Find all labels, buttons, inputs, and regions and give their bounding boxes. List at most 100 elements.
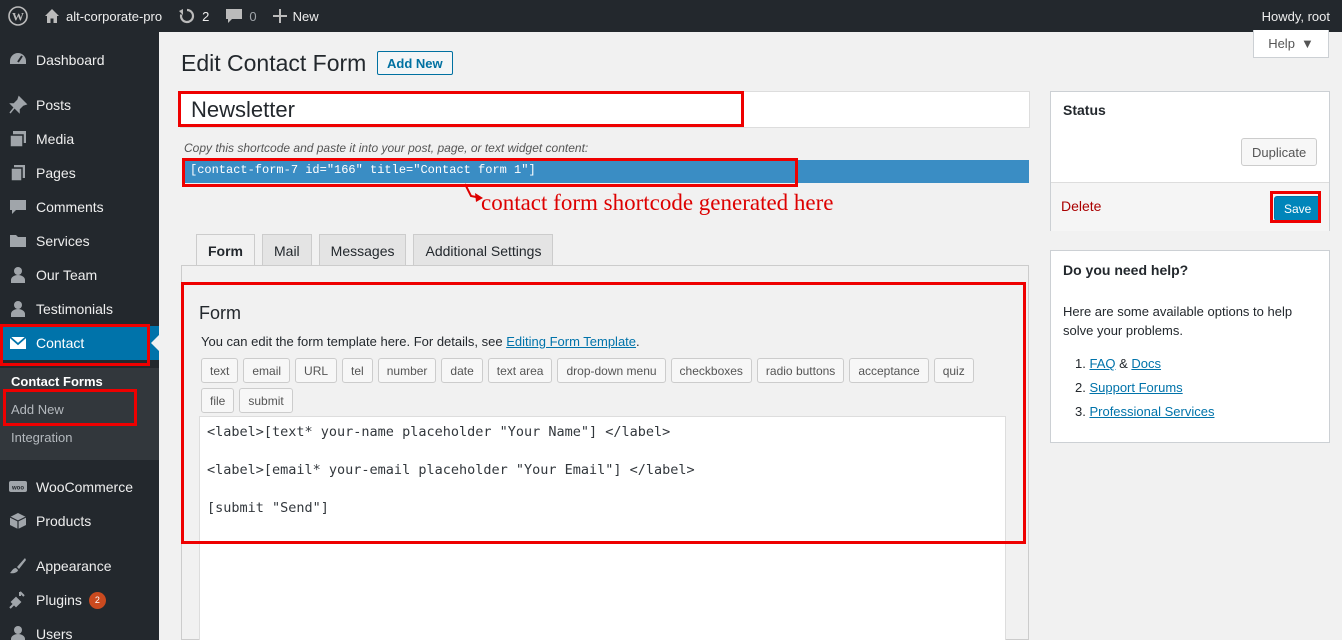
sidebar-item-label: Testimonials — [36, 301, 114, 317]
sidebar-item-label: Pages — [36, 165, 76, 181]
annotation-text: contact form shortcode generated here — [481, 190, 834, 215]
editing-form-template-link[interactable]: Editing Form Template — [506, 334, 636, 349]
sidebar-item-appearance[interactable]: Appearance — [0, 549, 159, 583]
sidebar-item-posts[interactable]: Posts — [0, 88, 159, 122]
folder-icon — [0, 231, 36, 251]
sidebar-item-label: Users — [36, 626, 73, 640]
tag-button-url[interactable]: URL — [295, 358, 338, 383]
media-icon — [0, 129, 36, 149]
plug-icon — [0, 590, 36, 610]
tag-button-email[interactable]: email — [243, 358, 291, 383]
tag-button-text-area[interactable]: text area — [487, 358, 553, 383]
sidebar-item-users[interactable]: Users — [0, 617, 159, 640]
sidebar-item-label: Contact — [36, 335, 85, 351]
wordpress-logo-icon[interactable]: W — [0, 0, 36, 32]
sidebar-item-woocommerce[interactable]: woo WooCommerce — [0, 470, 159, 504]
updates-link[interactable]: 2 — [170, 0, 217, 32]
sidebar-item-pages[interactable]: Pages — [0, 156, 159, 190]
admin-bar: W alt-corporate-pro 2 0 New Howdy, root — [0, 0, 1342, 32]
dashboard-icon — [0, 50, 36, 70]
tag-button-number[interactable]: number — [377, 358, 437, 383]
sidebar-item-services[interactable]: Services — [0, 224, 159, 258]
comments-count: 0 — [249, 8, 257, 24]
caret-down-icon: ▼ — [1300, 36, 1314, 51]
faq-link[interactable]: FAQ — [1089, 356, 1115, 371]
sidebar-item-label: Media — [36, 131, 75, 147]
new-label: New — [292, 8, 319, 24]
list-item: 1. FAQ & Docs — [1075, 352, 1214, 376]
submenu-integration[interactable]: Integration — [11, 430, 72, 445]
tab-additional-settings[interactable]: Additional Settings — [413, 234, 554, 266]
sidebar-item-media[interactable]: Media — [0, 122, 159, 156]
code-line: <label>[email* your-email placeholder "Y… — [207, 462, 695, 478]
site-name-link[interactable]: alt-corporate-pro — [36, 0, 170, 32]
new-content-link[interactable]: New — [265, 0, 327, 32]
panel-desc-suffix: . — [636, 334, 640, 349]
list-item: 2. Support Forums — [1075, 376, 1214, 400]
docs-link[interactable]: Docs — [1131, 356, 1161, 371]
and-separator: & — [1115, 356, 1132, 371]
panel-description: You can edit the form template here. For… — [201, 334, 640, 349]
users-icon — [0, 624, 36, 640]
sidebar-item-label: Comments — [36, 199, 104, 215]
status-box-title: Status — [1063, 102, 1106, 118]
list-number: 2. — [1075, 380, 1086, 395]
admin-sidebar: Dashboard Posts Media Pages Comments Ser… — [0, 32, 159, 640]
home-icon — [45, 9, 59, 23]
tag-button-submit[interactable]: submit — [239, 388, 293, 413]
person-icon — [0, 265, 36, 285]
sidebar-item-dashboard[interactable]: Dashboard — [0, 43, 159, 77]
tag-button-tel[interactable]: tel — [342, 358, 373, 383]
sidebar-item-our-team[interactable]: Our Team — [0, 258, 159, 292]
tag-button-radio-buttons[interactable]: radio buttons — [756, 358, 845, 383]
updates-icon — [179, 8, 195, 24]
account-greeting[interactable]: Howdy, root — [1254, 0, 1342, 32]
sidebar-item-plugins[interactable]: Plugins 2 — [0, 583, 159, 617]
professional-services-link[interactable]: Professional Services — [1089, 404, 1214, 419]
person-icon — [0, 299, 36, 319]
help-box-title: Do you need help? — [1063, 262, 1189, 278]
tag-button-quiz[interactable]: quiz — [933, 358, 974, 383]
add-new-button[interactable]: Add New — [377, 51, 453, 75]
list-item: 3. Professional Services — [1075, 400, 1214, 424]
tag-button-text[interactable]: text — [201, 358, 239, 383]
tag-button-checkboxes[interactable]: checkboxes — [670, 358, 752, 383]
brush-icon — [0, 556, 36, 576]
plus-icon — [272, 9, 287, 23]
form-template-editor[interactable]: <label>[text* your-name placeholder "You… — [199, 416, 1006, 640]
code-line: <label>[text* your-name placeholder "You… — [207, 424, 671, 440]
submenu-contact-forms[interactable]: Contact Forms — [11, 374, 103, 389]
tab-mail[interactable]: Mail — [262, 234, 312, 266]
tab-messages[interactable]: Messages — [318, 234, 407, 266]
sidebar-item-comments[interactable]: Comments — [0, 190, 159, 224]
submenu-add-new[interactable]: Add New — [11, 402, 64, 417]
editor-tabs: Form Mail Messages Additional Settings — [196, 234, 554, 267]
mail-icon — [0, 333, 36, 353]
sidebar-item-label: Posts — [36, 97, 72, 113]
tag-button-acceptance[interactable]: acceptance — [849, 358, 929, 383]
list-number: 1. — [1075, 356, 1086, 371]
shortcode-field[interactable]: [contact-form-7 id="166" title="Contact … — [184, 160, 1029, 183]
duplicate-button[interactable]: Duplicate — [1241, 138, 1318, 166]
save-button[interactable]: Save — [1274, 196, 1322, 221]
tag-button-drop-down-menu[interactable]: drop-down menu — [557, 358, 666, 383]
main-content: Help ▼ Edit Contact Form Add New Newslet… — [159, 30, 1342, 640]
svg-text:woo: woo — [11, 486, 24, 492]
sidebar-item-label: Dashboard — [36, 52, 105, 68]
tag-generator-buttons: text email URL tel number date text area… — [201, 358, 991, 413]
help-box-text: Here are some available options to help … — [1063, 304, 1293, 338]
status-box: Status Duplicate Delete Save — [1050, 91, 1330, 231]
delete-link[interactable]: Delete — [1061, 198, 1101, 214]
sidebar-item-contact[interactable]: Contact — [0, 326, 159, 360]
tag-button-date[interactable]: date — [441, 358, 483, 383]
sidebar-item-testimonials[interactable]: Testimonials — [0, 292, 159, 326]
help-tab-button[interactable]: Help ▼ — [1253, 30, 1329, 58]
contact-submenu: Contact Forms Add New Integration — [0, 368, 159, 460]
tab-form[interactable]: Form — [196, 234, 255, 267]
tag-button-file[interactable]: file — [201, 388, 235, 413]
comments-link[interactable]: 0 — [217, 0, 264, 32]
form-title-input[interactable]: Newsletter — [180, 91, 1030, 128]
plugins-update-badge: 2 — [88, 591, 106, 609]
support-forums-link[interactable]: Support Forums — [1089, 380, 1182, 395]
sidebar-item-products[interactable]: Products — [0, 504, 159, 538]
